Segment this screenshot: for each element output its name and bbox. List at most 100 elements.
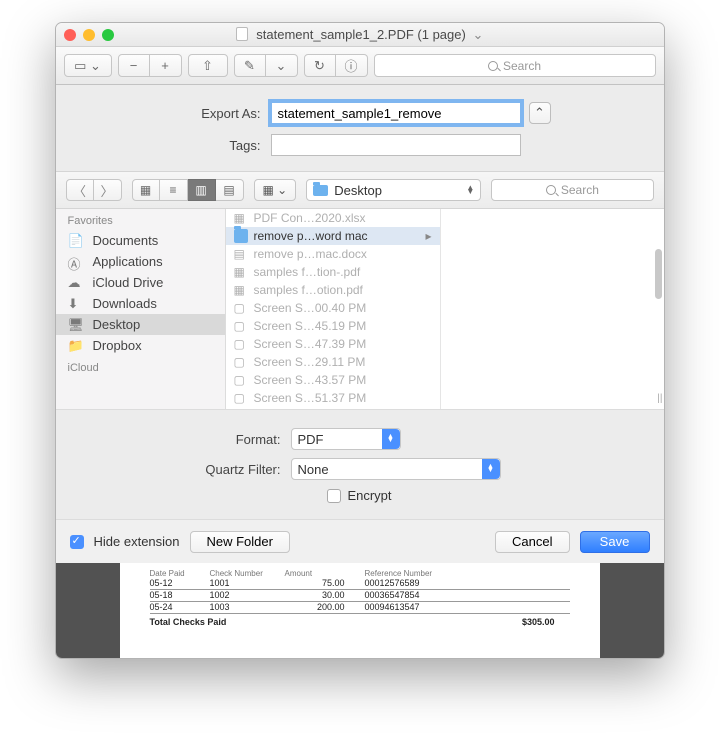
zoom-out-button[interactable]: − <box>118 54 150 77</box>
browser-search-field[interactable]: Search <box>491 179 653 201</box>
sidebar-item-documents[interactable]: 📄 Documents <box>56 230 225 251</box>
location-popup[interactable]: Desktop ▲▼ <box>306 179 481 201</box>
export-as-label: Export As: <box>56 106 271 121</box>
tags-field[interactable] <box>271 134 521 156</box>
icon-view-button[interactable]: ▦ <box>132 179 160 201</box>
arrange-button[interactable]: ▦ ⌄ <box>254 179 297 201</box>
format-popup[interactable]: PDF ▲▼ <box>291 428 401 450</box>
pdf-icon: ▦ <box>234 283 248 297</box>
scrollbar-thumb[interactable] <box>655 249 662 299</box>
collapse-button[interactable]: ⌃ <box>529 102 551 124</box>
popup-arrows-icon: ▲▼ <box>466 186 474 194</box>
format-panel: Format: PDF ▲▼ Quartz Filter: None ▲▼ En… <box>56 409 664 519</box>
img-icon: ▢ <box>234 355 248 369</box>
img-icon: ▢ <box>234 373 248 387</box>
cloud-icon: ☁ <box>68 275 85 290</box>
column-view-button[interactable]: ▥ <box>188 179 216 201</box>
file-row[interactable]: ▤remove p…mac.docx <box>226 245 440 263</box>
bottom-bar: Hide extension New Folder Cancel Save <box>56 519 664 563</box>
file-name: Screen S…00.40 PM <box>254 301 367 315</box>
desktop-icon: 🖥 <box>68 317 85 332</box>
search-icon <box>488 61 498 71</box>
export-as-field[interactable] <box>271 102 521 124</box>
sidebar-item-downloads[interactable]: ⬇Downloads <box>56 293 225 314</box>
file-row[interactable]: ▢Screen S…45.19 PM <box>226 317 440 335</box>
folder-icon <box>313 185 328 196</box>
table-row: 05-12100175.0000012576589 <box>150 578 570 590</box>
markup-button[interactable]: ⓘ <box>336 54 368 77</box>
file-row[interactable]: remove p…word mac ▸ <box>226 227 440 245</box>
preview-column: || <box>441 209 664 409</box>
disclosure-arrow-icon: ▸ <box>425 229 431 243</box>
doc-icon: 📄 <box>68 233 85 248</box>
export-sheet: Export As: ⌃ Tags: 〈 〉 ▦ ≡ ▥ ▤ ▦ ⌄ De <box>56 85 664 563</box>
hide-extension-checkbox[interactable] <box>70 535 84 549</box>
list-view-button[interactable]: ≡ <box>160 179 188 201</box>
sidebar-item-dropbox[interactable]: 📁Dropbox <box>56 335 225 356</box>
app-toolbar: ▭ ⌄ −+ ⇧ ✎⌄ ↻ⓘ Search <box>56 47 664 85</box>
sidebar-item-icloud-drive[interactable]: ☁ iCloud Drive <box>56 272 225 293</box>
file-row[interactable]: ▢Screen S…51.37 PM <box>226 389 440 407</box>
pdf-icon: ▦ <box>234 265 248 279</box>
save-button[interactable]: Save <box>580 531 650 553</box>
xls-icon: ▦ <box>234 211 248 225</box>
img-icon: ▢ <box>234 301 248 315</box>
rotate-button[interactable]: ↻ <box>304 54 336 77</box>
total-row: Total Checks Paid$305.00 <box>150 617 570 627</box>
file-name: samples f…otion.pdf <box>254 283 363 297</box>
format-value: PDF <box>298 432 324 447</box>
location-label: Desktop <box>334 183 382 198</box>
encrypt-checkbox-row: Encrypt <box>56 488 664 503</box>
hide-extension-label: Hide extension <box>94 534 180 549</box>
file-row[interactable]: ▢Screen S…51.53 PM <box>226 407 440 409</box>
search-placeholder: Search <box>561 183 599 197</box>
new-folder-button[interactable]: New Folder <box>190 531 290 553</box>
sidebar-item-label: Documents <box>93 233 159 248</box>
search-icon <box>546 185 556 195</box>
folder-icon: 📁 <box>68 338 85 353</box>
file-row[interactable]: ▦ samples f…tion-.pdf <box>226 263 440 281</box>
highlight-menu-button[interactable]: ⌄ <box>266 54 298 77</box>
zoom-in-button[interactable]: + <box>150 54 182 77</box>
highlight-button[interactable]: ✎ <box>234 54 266 77</box>
encrypt-label: Encrypt <box>347 488 391 503</box>
resize-handle-icon[interactable]: || <box>657 393 662 404</box>
share-button[interactable]: ⇧ <box>188 54 228 77</box>
forward-button[interactable]: 〉 <box>94 179 122 201</box>
quartz-filter-popup[interactable]: None ▲▼ <box>291 458 501 480</box>
file-row[interactable]: ▢ Screen S…00.40 PM <box>226 299 440 317</box>
gallery-view-button[interactable]: ▤ <box>216 179 244 201</box>
app-search-field[interactable]: Search <box>374 54 656 77</box>
file-name: PDF Con…2020.xlsx <box>254 211 366 225</box>
sidebar-item-desktop[interactable]: 🖥 Desktop <box>56 314 225 335</box>
sidebar-item-applications[interactable]: ⒶApplications <box>56 251 225 272</box>
file-name: Screen S…45.19 PM <box>254 319 367 333</box>
file-row[interactable]: ▢Screen S…43.57 PM <box>226 371 440 389</box>
file-row[interactable]: ▢Screen S…29.11 PM <box>226 353 440 371</box>
title-text: statement_sample1_2.PDF (1 page) <box>256 27 466 42</box>
document-page: Date PaidCheck NumberAmountReference Num… <box>120 563 600 658</box>
sidebar-item-label: Downloads <box>93 296 157 311</box>
sidebar-toggle-button[interactable]: ▭ ⌄ <box>64 54 112 77</box>
cancel-button[interactable]: Cancel <box>495 531 569 553</box>
file-browser: Favorites 📄DocumentsⒶApplications☁iCloud… <box>56 209 664 409</box>
folder-icon <box>234 229 248 243</box>
chevron-down-icon[interactable]: ⌄ <box>472 27 483 42</box>
document-preview: Date PaidCheck NumberAmountReference Num… <box>56 563 664 658</box>
app-icon: Ⓐ <box>68 254 85 269</box>
file-name: remove p…word mac <box>254 229 368 243</box>
sidebar-item-label: Desktop <box>93 317 141 332</box>
format-label: Format: <box>56 432 291 447</box>
sidebar: Favorites 📄DocumentsⒶApplications☁iCloud… <box>56 209 226 409</box>
window-title: statement_sample1_2.PDF (1 page) ⌄ <box>56 27 664 43</box>
file-row[interactable]: ▦ samples f…otion.pdf <box>226 281 440 299</box>
back-button[interactable]: 〈 <box>66 179 94 201</box>
sidebar-item-label: iCloud Drive <box>93 275 164 290</box>
file-row[interactable]: ▢Screen S…47.39 PM <box>226 335 440 353</box>
table-header-row: Date PaidCheck NumberAmountReference Num… <box>150 569 570 578</box>
encrypt-checkbox[interactable] <box>327 489 341 503</box>
file-name: samples f…tion-.pdf <box>254 265 361 279</box>
file-row[interactable]: ▦ PDF Con…2020.xlsx <box>226 209 440 227</box>
file-column: ▦ PDF Con…2020.xlsx remove p…word mac ▸ ▤rem… <box>226 209 441 409</box>
tags-label: Tags: <box>56 138 271 153</box>
